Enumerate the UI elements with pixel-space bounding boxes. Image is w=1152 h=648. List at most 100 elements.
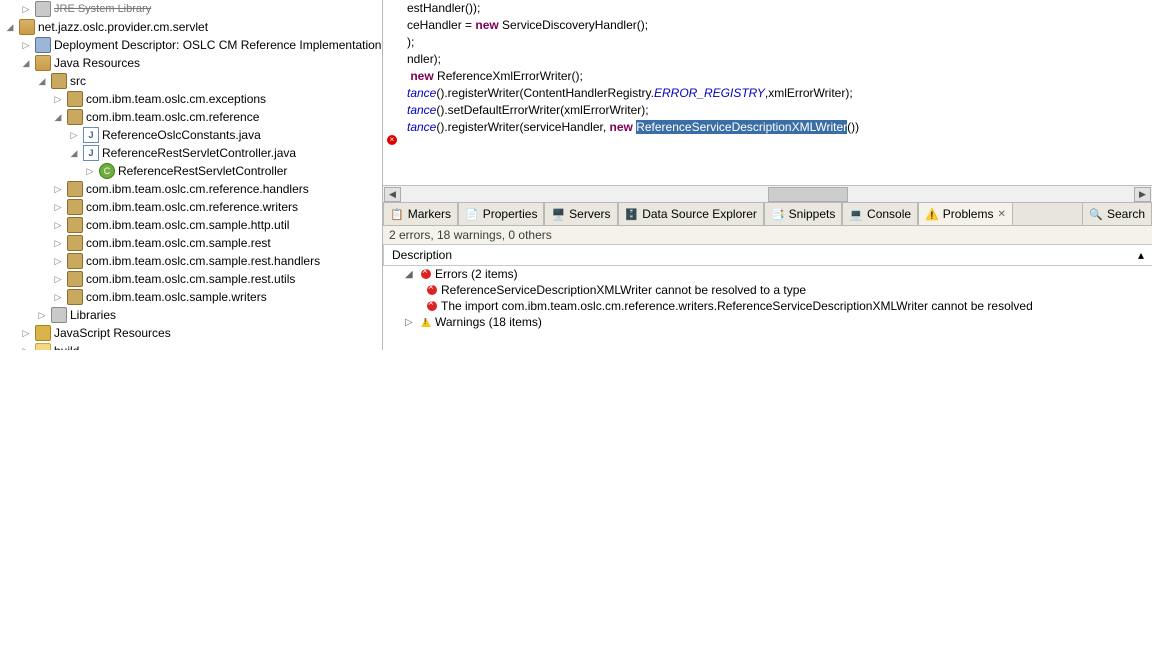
tree-item-package[interactable]: ▷com.ibm.team.oslc.cm.sample.rest.utils	[2, 270, 382, 288]
tree-item-jre[interactable]: ▷ JRE System Library	[2, 0, 382, 18]
code-selection: ReferenceServiceDescriptionXMLWriter	[636, 120, 847, 134]
expand-icon[interactable]: ▷	[52, 291, 64, 303]
java-resources-icon	[35, 55, 51, 71]
scroll-left-icon[interactable]: ◀	[384, 187, 401, 202]
tab-label: Servers	[569, 207, 610, 221]
code-keyword: new	[475, 18, 498, 32]
collapse-icon[interactable]: ◢	[52, 111, 64, 123]
problems-summary: 2 errors, 18 warnings, 0 others	[383, 226, 1152, 244]
expand-icon[interactable]: ▷	[20, 327, 32, 339]
expand-icon[interactable]: ▷	[20, 3, 32, 15]
expand-icon[interactable]: ▷	[52, 273, 64, 285]
tab-markers[interactable]: 📋Markers	[383, 203, 458, 225]
problem-row[interactable]: The import com.ibm.team.oslc.cm.referenc…	[383, 298, 1152, 314]
package-icon	[67, 217, 83, 233]
tab-dse[interactable]: 🗄️Data Source Explorer	[618, 203, 764, 225]
tree-item-jsres[interactable]: ▷ JavaScript Resources	[2, 324, 382, 342]
tree-item-package[interactable]: ▷com.ibm.team.oslc.cm.reference.writers	[2, 198, 382, 216]
source-folder-icon	[51, 73, 67, 89]
collapse-icon[interactable]: ◢	[36, 75, 48, 87]
tree-item-javares[interactable]: ◢Java Resources	[2, 54, 382, 72]
expand-icon[interactable]: ▷	[20, 345, 32, 350]
tree-item-project[interactable]: ◢net.jazz.oslc.provider.cm.servlet	[2, 18, 382, 36]
package-icon	[67, 199, 83, 215]
expand-icon[interactable]: ▷	[52, 255, 64, 267]
project-explorer[interactable]: ▷ JRE System Library ◢net.jazz.oslc.provi…	[0, 0, 382, 350]
snippets-icon: 📑	[771, 208, 785, 221]
tree-item-class[interactable]: ▷CReferenceRestServletController	[2, 162, 382, 180]
expand-icon[interactable]: ▷	[52, 183, 64, 195]
expand-icon[interactable]: ▷	[20, 39, 32, 51]
code-static: tance	[407, 103, 436, 117]
collapse-icon[interactable]: ◢	[405, 269, 417, 280]
code-text: ,xmlErrorWriter);	[765, 86, 853, 100]
problem-row[interactable]: ReferenceServiceDescriptionXMLWriter can…	[383, 282, 1152, 298]
code-keyword: new	[610, 120, 633, 134]
problems-list[interactable]: ◢Errors (2 items) ReferenceServiceDescri…	[383, 266, 1152, 330]
code-text: ndler);	[407, 52, 441, 66]
problems-group-errors[interactable]: ◢Errors (2 items)	[383, 266, 1152, 282]
java-file-icon: J	[83, 127, 99, 143]
sort-icon: ▴	[1138, 248, 1144, 262]
tree-item-build[interactable]: ▷build	[2, 342, 382, 350]
tab-console[interactable]: 💻 Console	[842, 203, 918, 225]
tree-item-package[interactable]: ▷com.ibm.team.oslc.cm.reference.handlers	[2, 180, 382, 198]
scrollbar-thumb[interactable]	[768, 187, 848, 202]
problems-column-header[interactable]: Description▴	[383, 244, 1152, 266]
package-icon	[67, 289, 83, 305]
tab-search[interactable]: 🔍Search	[1082, 203, 1152, 225]
tree-label: com.ibm.team.oslc.cm.sample.http.util	[86, 218, 289, 232]
expand-icon[interactable]: ▷	[36, 309, 48, 321]
problems-group-warnings[interactable]: ▷Warnings (18 items)	[383, 314, 1152, 330]
tab-snippets[interactable]: 📑Snippets	[764, 203, 842, 225]
tree-item-package[interactable]: ▷com.ibm.team.oslc.cm.sample.rest	[2, 234, 382, 252]
expand-icon[interactable]: ▷	[68, 129, 80, 141]
tree-item-javafile[interactable]: ▷JReferenceOslcConstants.java	[2, 126, 382, 144]
close-icon[interactable]: ✕	[997, 209, 1005, 220]
tree-item-package[interactable]: ▷ com.ibm.team.oslc.cm.sample.rest.handle…	[2, 252, 382, 270]
package-icon	[67, 109, 83, 125]
tree-item-deploy[interactable]: ▷ Deployment Descriptor: OSLC CM Referenc…	[2, 36, 382, 54]
tab-label: Properties	[483, 207, 538, 221]
error-icon	[427, 285, 437, 295]
expand-icon[interactable]: ▷	[52, 237, 64, 249]
tree-label: com.ibm.team.oslc.cm.sample.rest.handler…	[86, 254, 320, 268]
tree-label: JRE System Library	[54, 3, 151, 15]
dse-icon: 🗄️	[625, 208, 639, 221]
error-marker-icon[interactable]: ×	[387, 135, 397, 145]
tree-item-src[interactable]: ◢src	[2, 72, 382, 90]
collapse-icon[interactable]: ◢	[68, 147, 80, 159]
tree-item-package[interactable]: ▷ com.ibm.team.oslc.cm.sample.http.util	[2, 216, 382, 234]
tab-problems[interactable]: ⚠️Problems✕	[918, 203, 1013, 225]
tree-item-package[interactable]: ▷com.ibm.team.oslc.sample.writers	[2, 288, 382, 306]
error-icon	[421, 269, 431, 279]
code-editor[interactable]: × estHandler()); ceHandler = new Service…	[383, 0, 1152, 185]
expand-icon[interactable]: ▷	[405, 317, 417, 328]
code-text: ().registerWriter(serviceHandler,	[436, 120, 609, 134]
code-text: estHandler());	[407, 1, 480, 15]
expand-icon[interactable]: ▷	[52, 201, 64, 213]
tree-item-package[interactable]: ▷com.ibm.team.oslc.cm.exceptions	[2, 90, 382, 108]
tree-label: com.ibm.team.oslc.cm.reference	[86, 110, 259, 124]
collapse-icon[interactable]: ◢	[20, 57, 32, 69]
scroll-right-icon[interactable]: ▶	[1134, 187, 1151, 202]
tree-label: Deployment Descriptor: OSLC CM Reference…	[54, 38, 381, 52]
code-text: ceHandler =	[407, 18, 475, 32]
tab-label: Markers	[408, 207, 451, 221]
code-text: ServiceDiscoveryHandler();	[499, 18, 648, 32]
tree-item-javafile[interactable]: ◢JReferenceRestServletController.java	[2, 144, 382, 162]
horizontal-scrollbar[interactable]: ◀ ▶	[383, 185, 1152, 202]
collapse-icon[interactable]: ◢	[4, 21, 16, 33]
code-text: ().registerWriter(ContentHandlerRegistry…	[436, 86, 654, 100]
expand-icon[interactable]: ▷	[52, 93, 64, 105]
tree-item-package[interactable]: ◢ com.ibm.team.oslc.cm.reference	[2, 108, 382, 126]
tab-servers[interactable]: 🖥️Servers	[544, 203, 617, 225]
tab-properties[interactable]: 📄Properties	[458, 203, 544, 225]
console-icon: 💻	[849, 208, 863, 221]
expand-icon[interactable]: ▷	[52, 219, 64, 231]
tab-label: Console	[867, 207, 911, 221]
tree-item-libraries[interactable]: ▷Libraries	[2, 306, 382, 324]
expand-icon[interactable]: ▷	[84, 165, 96, 177]
tree-label: JavaScript Resources	[54, 326, 171, 340]
code-text: ())	[847, 120, 859, 134]
